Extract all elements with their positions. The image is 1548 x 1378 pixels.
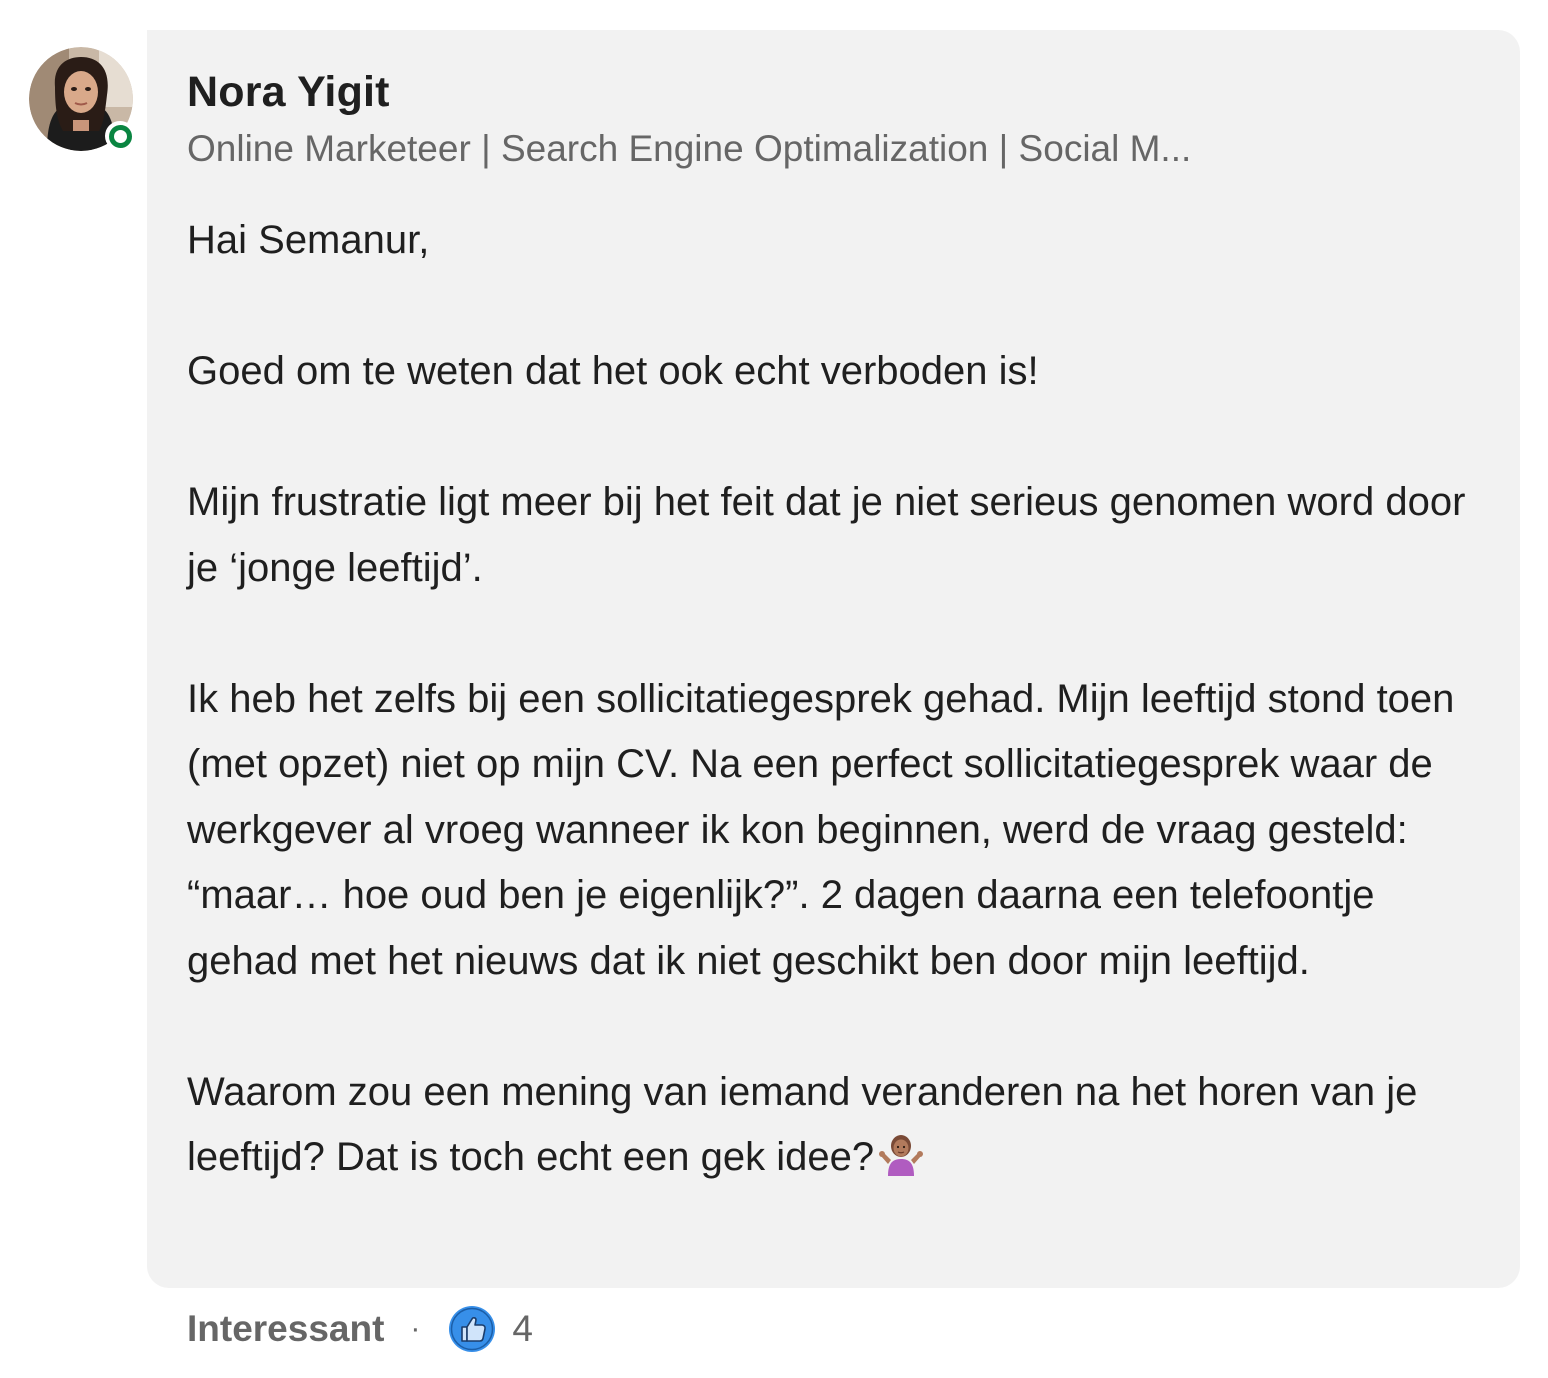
comment-paragraph: Hai Semanur, [187,218,430,262]
reaction-count[interactable]: 4 [512,1308,533,1350]
online-status-indicator [105,121,135,151]
react-button[interactable]: Interessant [187,1308,384,1350]
comment-text: Hai Semanur, Goed om te weten dat het oo… [187,208,1477,1197]
person-shrugging-emoji [878,1130,924,1197]
comment-paragraph-last: Waarom zou een mening van iemand verande… [187,1060,1477,1197]
separator-dot: · [410,1312,421,1345]
online-status-icon [108,124,132,148]
author-avatar[interactable] [29,47,135,151]
comment-paragraph: Goed om te weten dat het ook echt verbod… [187,349,1039,393]
comment-bubble: Nora Yigit Online Marketeer | Search Eng… [147,30,1520,1288]
author-headline: Online Marketeer | Search Engine Optimal… [187,128,1192,169]
like-thumbs-up-icon[interactable] [448,1305,496,1353]
comment-paragraph-text: Waarom zou een mening van iemand verande… [187,1069,1418,1180]
author-name[interactable]: Nora Yigit [187,66,1480,118]
comment-paragraph: Ik heb het zelfs bij een sollicitatieges… [187,676,1455,983]
comment-paragraph: Mijn frustratie ligt meer bij het feit d… [187,480,1466,590]
comment-actions: Interessant · 4 [187,1304,533,1354]
